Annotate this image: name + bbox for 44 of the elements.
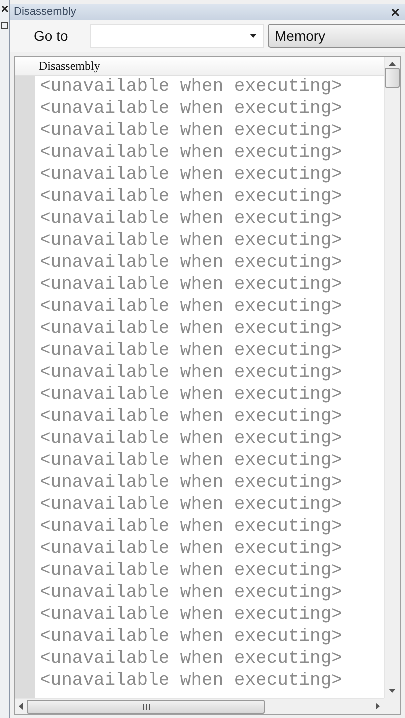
code-line: <unavailable when executing> (40, 604, 342, 626)
scroll-right-icon[interactable] (376, 703, 380, 710)
scroll-left-icon[interactable] (19, 703, 23, 710)
code-line: <unavailable when executing> (40, 296, 342, 318)
horizontal-scrollbar[interactable] (15, 698, 384, 714)
close-icon[interactable] (2, 6, 8, 12)
code-line: <unavailable when executing> (40, 516, 342, 538)
code-line: <unavailable when executing> (40, 98, 342, 120)
code-line: <unavailable when executing> (40, 648, 342, 670)
code-line: <unavailable when executing> (40, 626, 342, 648)
grip-icon (142, 704, 150, 710)
code-line: <unavailable when executing> (40, 340, 342, 362)
code-line: <unavailable when executing> (40, 582, 342, 604)
code-line: <unavailable when executing> (40, 252, 342, 274)
code-line: <unavailable when executing> (40, 384, 342, 406)
code-line: <unavailable when executing> (40, 142, 342, 164)
code-line: <unavailable when executing> (40, 164, 342, 186)
scroll-thumb[interactable] (385, 68, 400, 88)
code-line: <unavailable when executing> (40, 318, 342, 340)
code-line: <unavailable when executing> (40, 230, 342, 252)
close-icon[interactable] (392, 8, 399, 16)
goto-label: Go to (33, 28, 70, 44)
code-line: <unavailable when executing> (40, 472, 342, 494)
scroll-thumb[interactable] (27, 700, 265, 714)
memory-button[interactable]: Memory (268, 24, 405, 48)
code-line: <unavailable when executing> (40, 428, 342, 450)
window-title: Disassembly (14, 6, 76, 18)
dropdown-arrow-icon[interactable] (250, 34, 257, 38)
scroll-down-icon[interactable] (389, 689, 396, 693)
code-line: <unavailable when executing> (40, 406, 342, 428)
code-line: <unavailable when executing> (40, 76, 342, 98)
code-line: <unavailable when executing> (40, 538, 342, 560)
vertical-scrollbar[interactable] (384, 57, 400, 698)
code-line: <unavailable when executing> (40, 362, 342, 384)
code-line: <unavailable when executing> (40, 494, 342, 516)
window-icon[interactable] (1, 22, 8, 29)
code-line: <unavailable when executing> (40, 274, 342, 296)
code-line: <unavailable when executing> (40, 560, 342, 582)
code-line: <unavailable when executing> (40, 186, 342, 208)
scroll-up-icon[interactable] (389, 62, 396, 66)
code-line: <unavailable when executing> (40, 670, 342, 692)
code-line: <unavailable when executing> (40, 208, 342, 230)
code-line: <unavailable when executing> (40, 120, 342, 142)
code-line: <unavailable when executing> (40, 450, 342, 472)
